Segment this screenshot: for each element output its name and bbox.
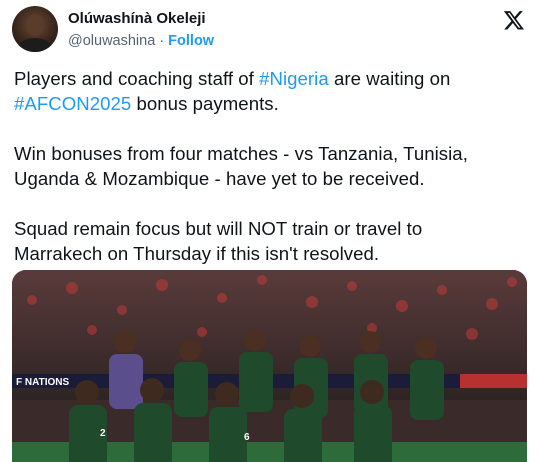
jersey-number: 2	[100, 428, 106, 439]
author-avatar[interactable]	[12, 6, 58, 52]
tweet-text-line: Win bonuses from four matches - vs Tanza…	[14, 143, 468, 164]
banner-text: F NATIONS	[16, 377, 69, 388]
separator-dot: ·	[155, 33, 169, 49]
tweet-text-segment: are waiting on	[328, 68, 451, 89]
author-handle[interactable]: @oluwashina	[68, 33, 155, 49]
hashtag-nigeria[interactable]: #Nigeria	[259, 68, 329, 89]
avatar-face	[26, 14, 44, 36]
tweet-paragraph-2: Win bonuses from four matches - vs Tanza…	[14, 141, 529, 191]
follow-button[interactable]: Follow	[168, 33, 214, 49]
x-logo-icon[interactable]	[503, 9, 525, 31]
author-name[interactable]: Olúwashínà Okeleji	[68, 10, 206, 27]
tweet-photo[interactable]: F NATIONS 22 2 6	[12, 270, 527, 462]
tweet-paragraph-1: Players and coaching staff of #Nigeria a…	[14, 66, 529, 116]
team-photo-illustration: F NATIONS 22 2 6	[12, 270, 527, 462]
ad-banner-red	[460, 374, 527, 388]
hashtag-afcon2025[interactable]: #AFCON2025	[14, 93, 131, 114]
author-handle-row: @oluwashina · Follow	[68, 33, 214, 49]
tweet-text-segment: bonus payments.	[131, 93, 279, 114]
tweet-text-line: Marrakech on Thursday if this isn't reso…	[14, 243, 380, 264]
jersey-number: 6	[244, 432, 250, 443]
tweet-body: Players and coaching staff of #Nigeria a…	[14, 66, 529, 266]
tweet-text-line: Squad remain focus but will NOT train or…	[14, 218, 423, 239]
tweet-text-segment: Players and coaching staff of	[14, 68, 260, 89]
tweet-header: Olúwashínà Okeleji @oluwashina · Follow	[12, 6, 527, 56]
tweet-paragraph-3: Squad remain focus but will NOT train or…	[14, 216, 529, 266]
tweet-text-line: Uganda & Mozambique - have yet to be rec…	[14, 168, 425, 189]
avatar-shirt	[18, 38, 52, 52]
